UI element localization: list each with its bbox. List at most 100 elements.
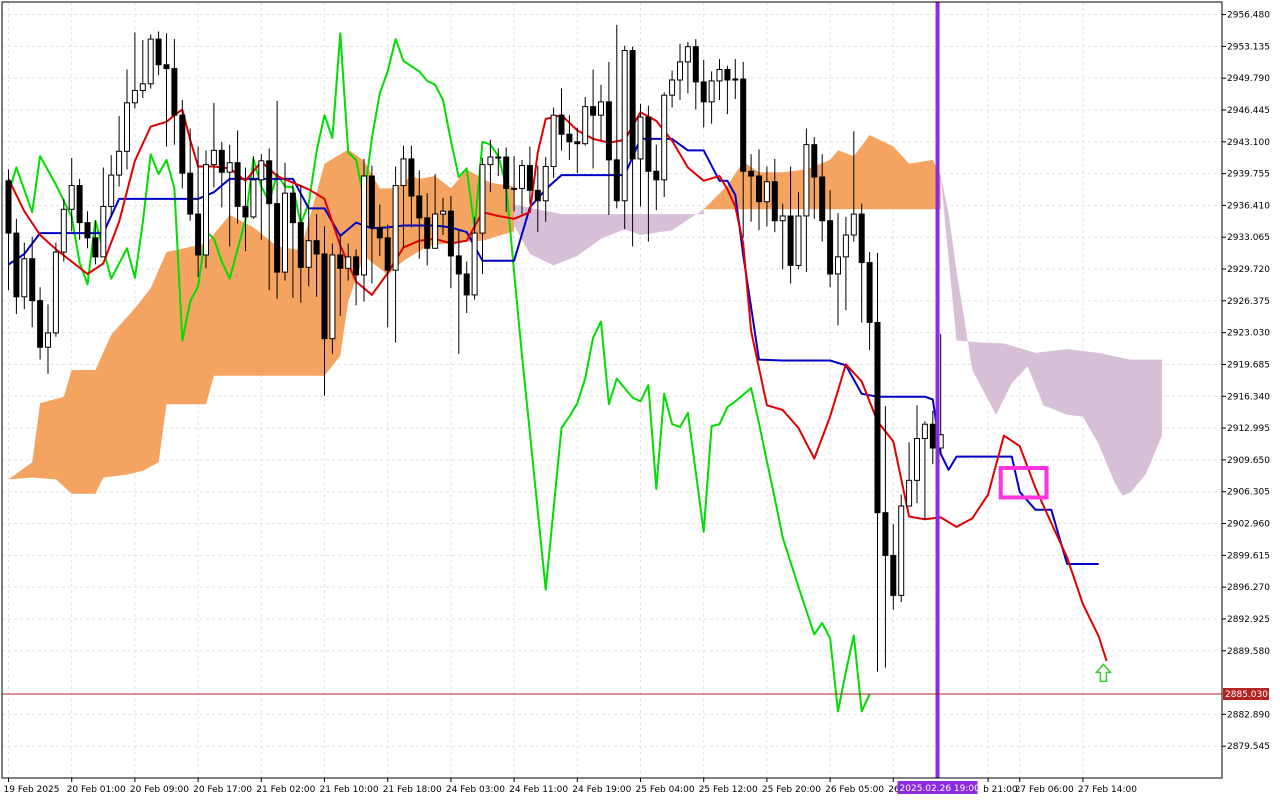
candle xyxy=(574,127,581,174)
candle-body xyxy=(400,158,407,187)
candle-body xyxy=(179,114,186,174)
x-tick-label: 20 Feb 17:00 xyxy=(193,785,252,795)
candle xyxy=(890,524,897,610)
candle-body xyxy=(313,240,320,255)
candle-body xyxy=(756,175,762,203)
candle xyxy=(361,158,367,302)
candle-body xyxy=(447,210,454,257)
candle-body xyxy=(21,258,28,298)
candle-body xyxy=(147,38,154,85)
x-tick-label: 27 Feb 14:00 xyxy=(1078,785,1137,795)
candle-body xyxy=(582,106,589,145)
candle xyxy=(45,304,51,374)
candle xyxy=(732,59,739,99)
y-tick-label: 2939.755 xyxy=(1227,170,1270,180)
candle-body xyxy=(495,156,502,159)
candle xyxy=(882,406,889,668)
candle xyxy=(906,442,913,507)
candle xyxy=(68,157,75,232)
candle xyxy=(898,494,905,603)
candle xyxy=(708,71,715,124)
candle xyxy=(669,70,676,108)
candle-body xyxy=(819,176,826,222)
candle-body xyxy=(289,192,296,224)
candle-body xyxy=(890,554,897,596)
candle-body xyxy=(455,255,462,275)
candle-body xyxy=(76,185,83,224)
candle-body xyxy=(45,332,51,348)
candle xyxy=(756,149,762,231)
candle-body xyxy=(337,254,344,269)
y-tick-label: 2882.890 xyxy=(1227,710,1270,720)
candle xyxy=(60,198,67,262)
current-price-label: 2885.030 xyxy=(1225,690,1268,700)
candle-body xyxy=(566,133,573,143)
candle xyxy=(131,32,138,109)
candle-body xyxy=(424,217,431,249)
candle-body xyxy=(771,181,778,222)
y-tick-label: 2929.720 xyxy=(1227,265,1270,275)
candle-body xyxy=(637,116,644,160)
y-tick-label: 2926.375 xyxy=(1227,297,1270,307)
candle-body xyxy=(37,300,44,348)
candle-body xyxy=(519,165,525,189)
y-tick-label: 2902.960 xyxy=(1227,520,1270,530)
candle-body xyxy=(353,256,360,276)
candle-body xyxy=(748,170,755,177)
candle xyxy=(582,97,589,146)
candle xyxy=(108,155,115,217)
candle-body xyxy=(661,94,668,181)
candle xyxy=(171,39,178,145)
candle-body xyxy=(345,256,352,269)
candle-body xyxy=(266,160,273,205)
candle xyxy=(139,40,146,99)
y-tick-label: 2906.305 xyxy=(1227,488,1270,498)
candle xyxy=(155,31,162,76)
x-tick-label: 21 Feb 18:00 xyxy=(383,785,442,795)
candle-body xyxy=(432,213,439,249)
y-tick-label: 2923.030 xyxy=(1227,329,1270,339)
candle-body xyxy=(361,175,367,276)
x-tick-label: 21 Feb 02:00 xyxy=(256,785,315,795)
candle xyxy=(605,61,612,216)
candle-body xyxy=(297,222,304,268)
candle-body xyxy=(408,158,415,197)
candle xyxy=(598,84,604,140)
ichimoku-chart: 2956.480 2953.135 2949.790 2946.445 2943.100… xyxy=(1,1,1270,795)
candle-body xyxy=(669,79,676,96)
candle-body xyxy=(874,321,881,514)
x-tick-label: 20 Feb 01:00 xyxy=(67,785,126,795)
x-tick-label: 25 Feb 12:00 xyxy=(699,785,758,795)
candle-body xyxy=(139,83,146,91)
candle-body xyxy=(384,237,391,271)
x-tick-label: 24 Feb 19:00 xyxy=(572,785,631,795)
y-tick-label: 2896.270 xyxy=(1227,583,1270,593)
candle xyxy=(392,166,399,343)
candle xyxy=(258,154,265,240)
candle-body xyxy=(621,50,628,202)
candle-body xyxy=(463,273,470,296)
candle-body xyxy=(827,220,834,275)
y-tick-label: 2912.995 xyxy=(1227,424,1270,434)
y-tick-label: 2953.135 xyxy=(1227,42,1270,52)
candle xyxy=(147,34,154,89)
y-tick-label: 2956.480 xyxy=(1227,11,1270,21)
candle xyxy=(203,150,209,269)
buy-arrow-icon xyxy=(1094,663,1113,683)
candle-body xyxy=(692,46,699,83)
candle-body xyxy=(677,61,683,81)
candle xyxy=(661,92,668,197)
candle xyxy=(684,41,691,94)
candle-body xyxy=(708,80,715,103)
candle xyxy=(637,103,644,207)
candle xyxy=(803,128,810,273)
candle xyxy=(274,100,281,299)
candle-body xyxy=(898,505,905,596)
candle xyxy=(163,33,170,147)
candle xyxy=(692,39,699,110)
y-tick-label: 2909.650 xyxy=(1227,456,1270,466)
candle-body xyxy=(321,253,328,340)
candle xyxy=(234,130,241,224)
candle-body xyxy=(684,46,691,63)
candle-body xyxy=(574,141,581,145)
